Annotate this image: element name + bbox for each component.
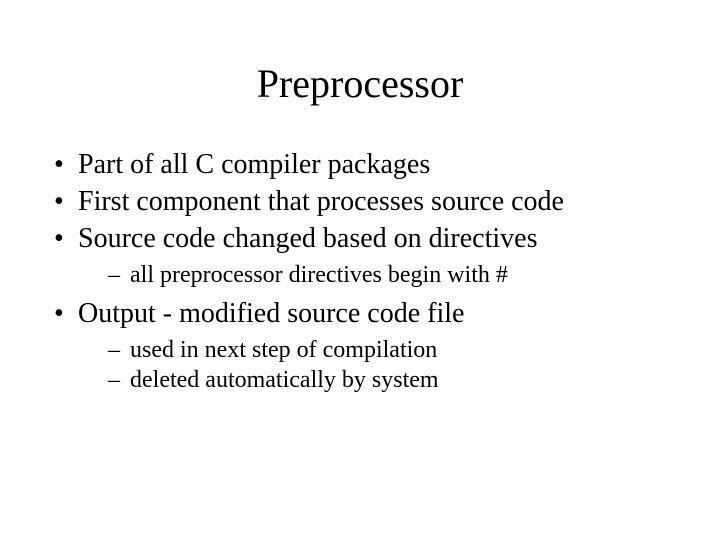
sub-bullet-text: all preprocessor directives begin with # — [130, 262, 508, 288]
slide-title: Preprocessor — [50, 60, 670, 107]
slide: Preprocessor Part of all C compiler pack… — [0, 0, 720, 540]
bullet-text: First component that processes source co… — [78, 186, 564, 217]
bullet-item: Part of all C compiler packages — [50, 147, 670, 182]
bullet-text: Source code changed based on directives — [78, 223, 537, 254]
sub-bullet-text: used in next step of compilation — [130, 337, 437, 363]
bullet-text: Part of all C compiler packages — [78, 149, 430, 180]
sub-bullet-list: used in next step of compilation deleted… — [106, 335, 670, 395]
sub-bullet-item: all preprocessor directives begin with # — [106, 260, 670, 290]
bullet-item: Output - modified source code file used … — [50, 296, 670, 395]
bullet-text: Output - modified source code file — [78, 298, 464, 329]
sub-bullet-item: deleted automatically by system — [106, 365, 670, 395]
sub-bullet-item: used in next step of compilation — [106, 335, 670, 365]
sub-bullet-list: all preprocessor directives begin with # — [106, 260, 670, 290]
bullet-list: Part of all C compiler packages First co… — [50, 147, 670, 395]
sub-bullet-text: deleted automatically by system — [130, 367, 439, 393]
bullet-item: First component that processes source co… — [50, 184, 670, 219]
bullet-item: Source code changed based on directives … — [50, 221, 670, 290]
